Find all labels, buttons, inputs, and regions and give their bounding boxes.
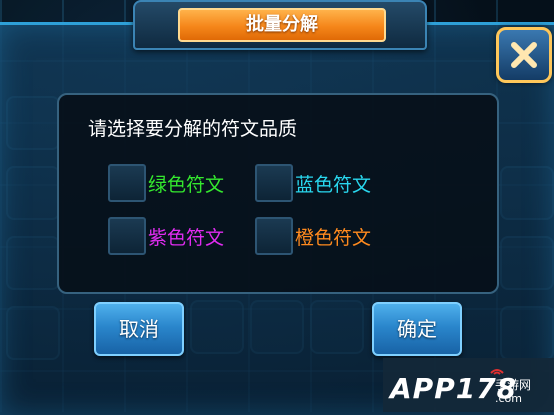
option-green-rune[interactable]: 绿色符文 <box>108 164 238 202</box>
option-label-blue: 蓝色符文 <box>295 174 372 196</box>
cancel-button[interactable]: 取消 <box>94 302 184 356</box>
option-blue-rune[interactable]: 蓝色符文 <box>255 164 385 202</box>
confirm-button[interactable]: 确定 <box>372 302 462 356</box>
checkbox-green[interactable] <box>108 164 146 202</box>
watermark-domain: .com <box>495 392 522 405</box>
close-button[interactable] <box>496 27 552 83</box>
option-label-green: 绿色符文 <box>148 174 225 196</box>
checkbox-orange[interactable] <box>255 217 293 255</box>
watermark-sub-text: 手游网 <box>495 378 532 392</box>
signal-icon <box>490 369 504 375</box>
close-icon <box>511 42 537 68</box>
option-purple-rune[interactable]: 紫色符文 <box>108 217 238 255</box>
option-orange-rune[interactable]: 橙色符文 <box>255 217 385 255</box>
checkbox-purple[interactable] <box>108 217 146 255</box>
option-label-orange: 橙色符文 <box>295 227 372 249</box>
checkbox-blue[interactable] <box>255 164 293 202</box>
dialog-title: 批量分解 <box>178 8 386 42</box>
prompt-text: 请选择要分解的符文品质 <box>88 118 298 140</box>
option-label-purple: 紫色符文 <box>148 227 225 249</box>
